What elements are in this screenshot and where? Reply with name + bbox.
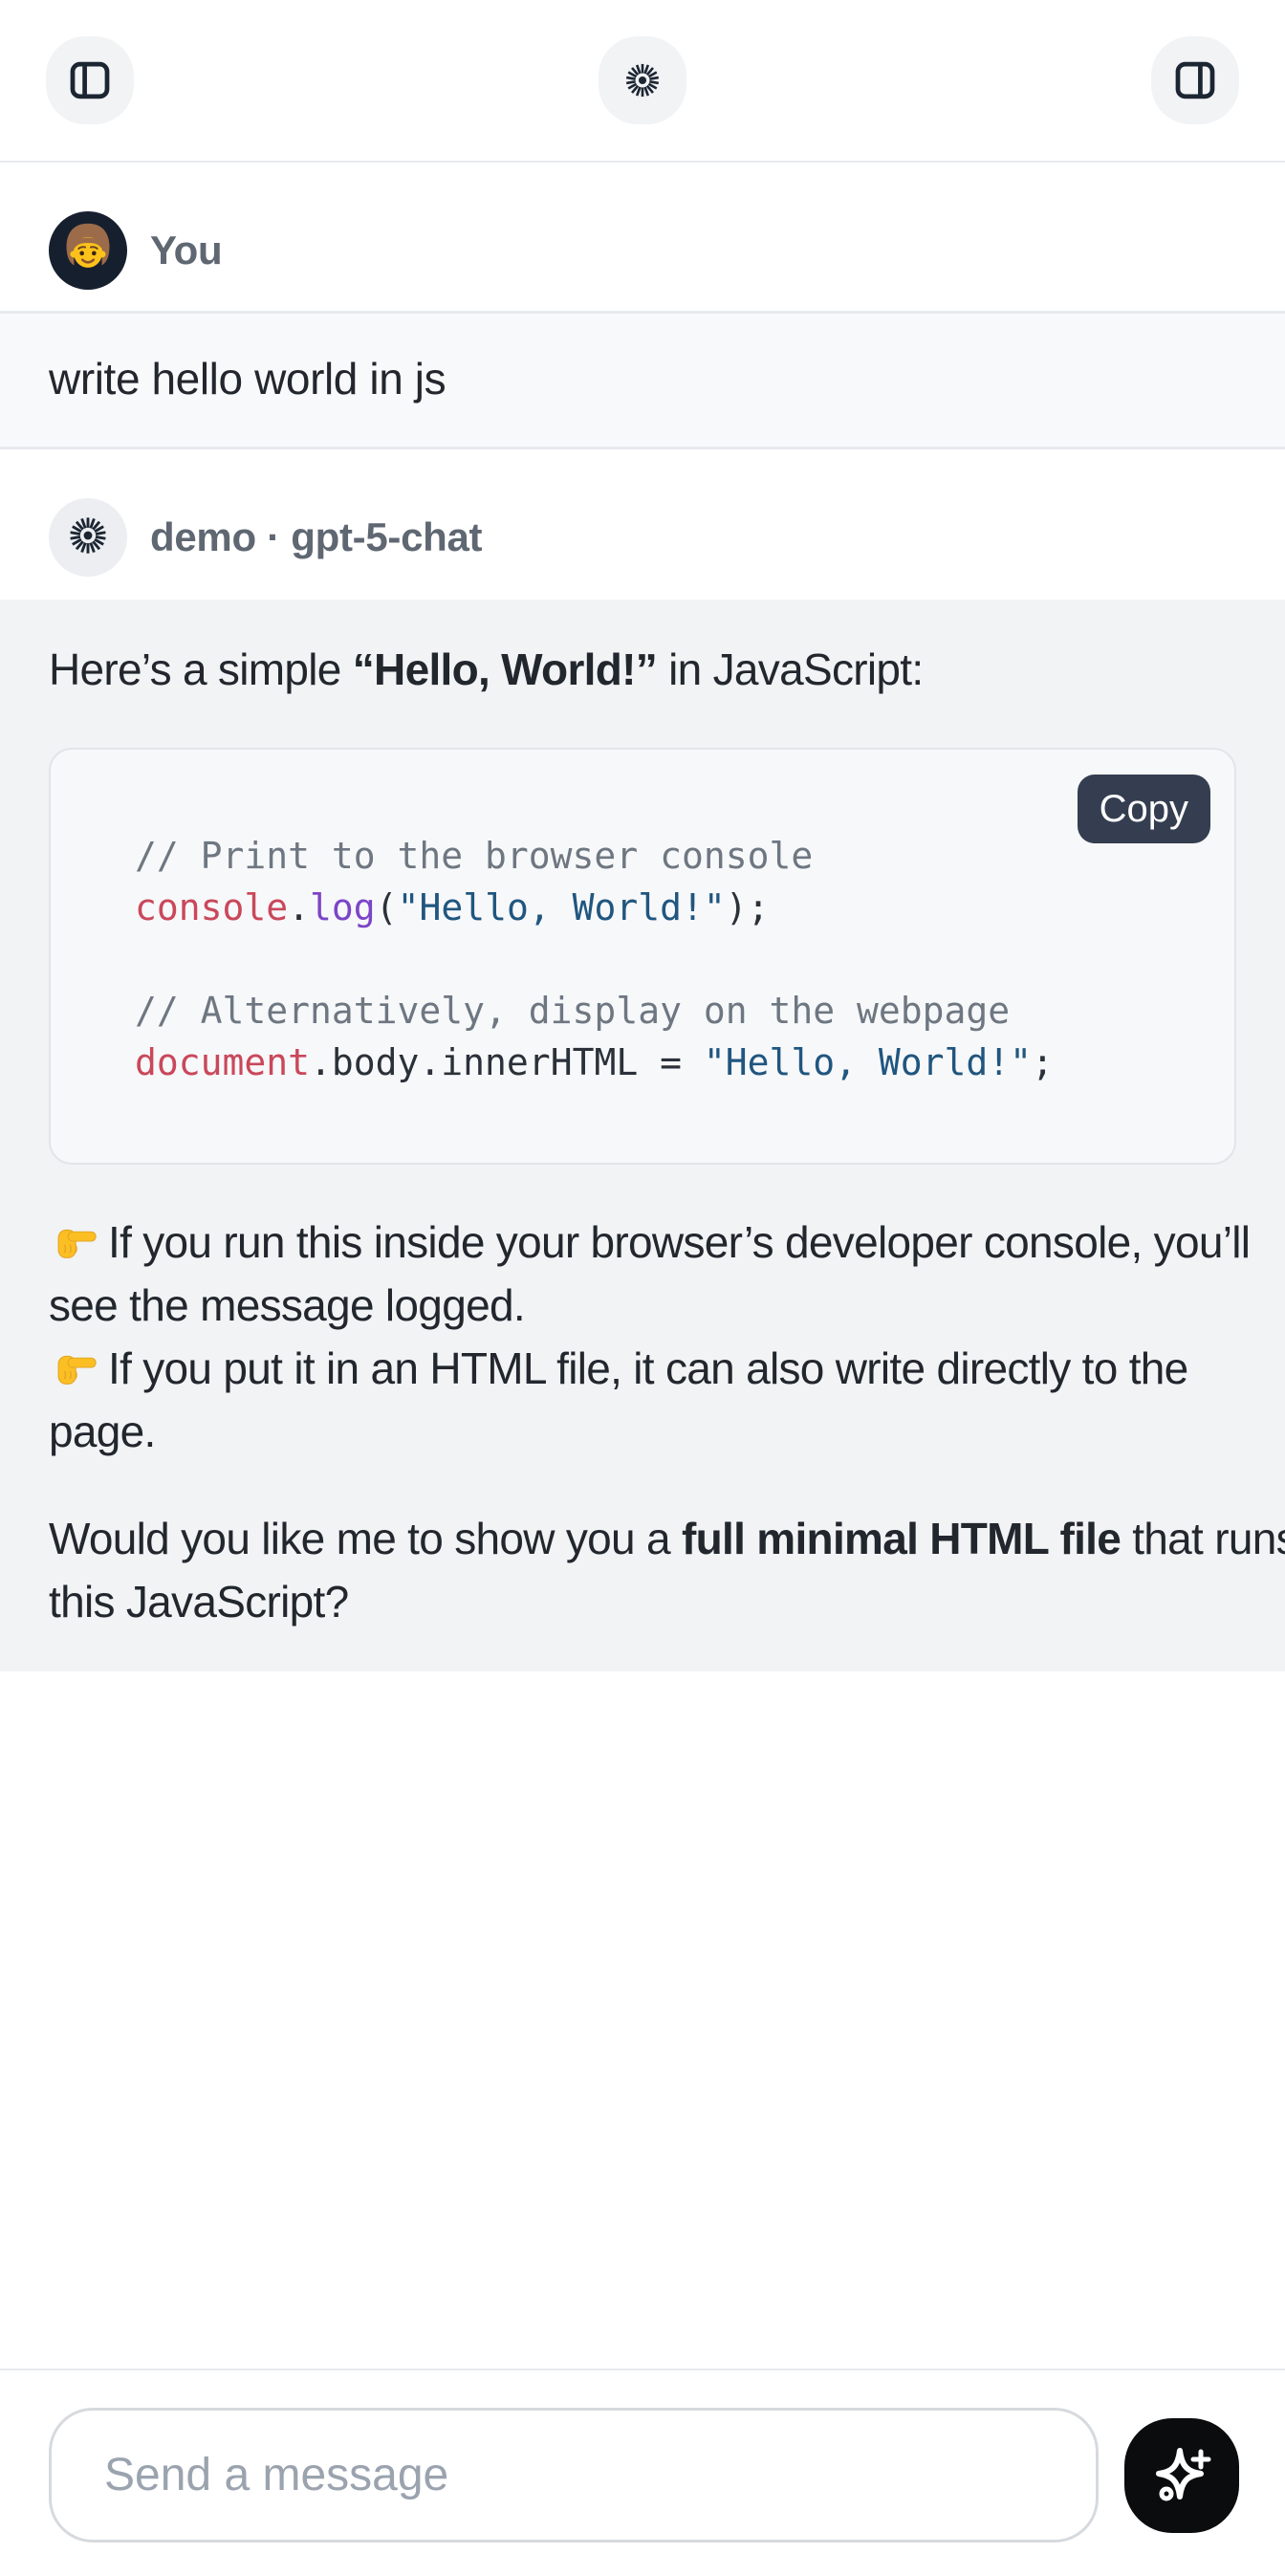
person-emoji-icon (54, 215, 121, 287)
panel-left-icon (64, 55, 116, 106)
burst-logo-icon (66, 513, 110, 562)
assistant-message-band: Here’s a simple “Hello, World!” in JavaS… (0, 600, 1285, 1671)
pointing-right-emoji-icon (49, 1343, 98, 1392)
tip-text: page. (49, 1407, 156, 1456)
app-logo-button[interactable] (599, 36, 686, 124)
chat-app-window: You write hello world in js demo · gpt-5… (0, 0, 1285, 2576)
sparkle-icon (1147, 2439, 1216, 2511)
assistant-turn-header: demo · gpt-5-chat (0, 449, 1285, 600)
message-input[interactable] (49, 2408, 1099, 2543)
panel-right-icon (1169, 55, 1221, 106)
assistant-intro-paragraph: Here’s a simple “Hello, World!” in JavaS… (49, 638, 1236, 701)
copy-code-button[interactable]: Copy (1078, 775, 1210, 843)
pointing-right-emoji-icon (49, 1216, 98, 1266)
user-turn-name: You (150, 228, 222, 273)
sidebar-toggle-button[interactable] (46, 36, 134, 124)
user-message-text: write hello world in js (49, 352, 1236, 405)
send-message-button[interactable] (1124, 2418, 1239, 2533)
tip-line: If you run this inside your browser’s de… (49, 1211, 1236, 1337)
user-message-band: write hello world in js (0, 311, 1285, 449)
tip-text: If you run this inside your browser’s de… (108, 1217, 1250, 1267)
assistant-turn-name: demo · gpt-5-chat (150, 514, 482, 560)
message-composer (0, 2369, 1285, 2576)
empty-scroll-area (0, 1671, 1285, 2369)
tip-text: If you put it in an HTML file, it can al… (108, 1343, 1188, 1393)
code-block: // Print to the browser consoleconsole.l… (49, 748, 1236, 1165)
assistant-tips-paragraph: If you run this inside your browser’s de… (49, 1211, 1236, 1463)
burst-logo-icon (622, 60, 663, 100)
assistant-closing-paragraph: Would you like me to show you a full min… (49, 1507, 1236, 1633)
code-content: // Print to the browser consoleconsole.l… (51, 750, 1234, 1163)
tip-text: see the message logged. (49, 1280, 525, 1330)
assistant-avatar (49, 498, 127, 577)
user-turn-header: You (0, 163, 1285, 311)
tip-line: If you put it in an HTML file, it can al… (49, 1337, 1236, 1463)
user-avatar (49, 211, 127, 290)
top-bar (0, 0, 1285, 163)
right-panel-toggle-button[interactable] (1151, 36, 1239, 124)
